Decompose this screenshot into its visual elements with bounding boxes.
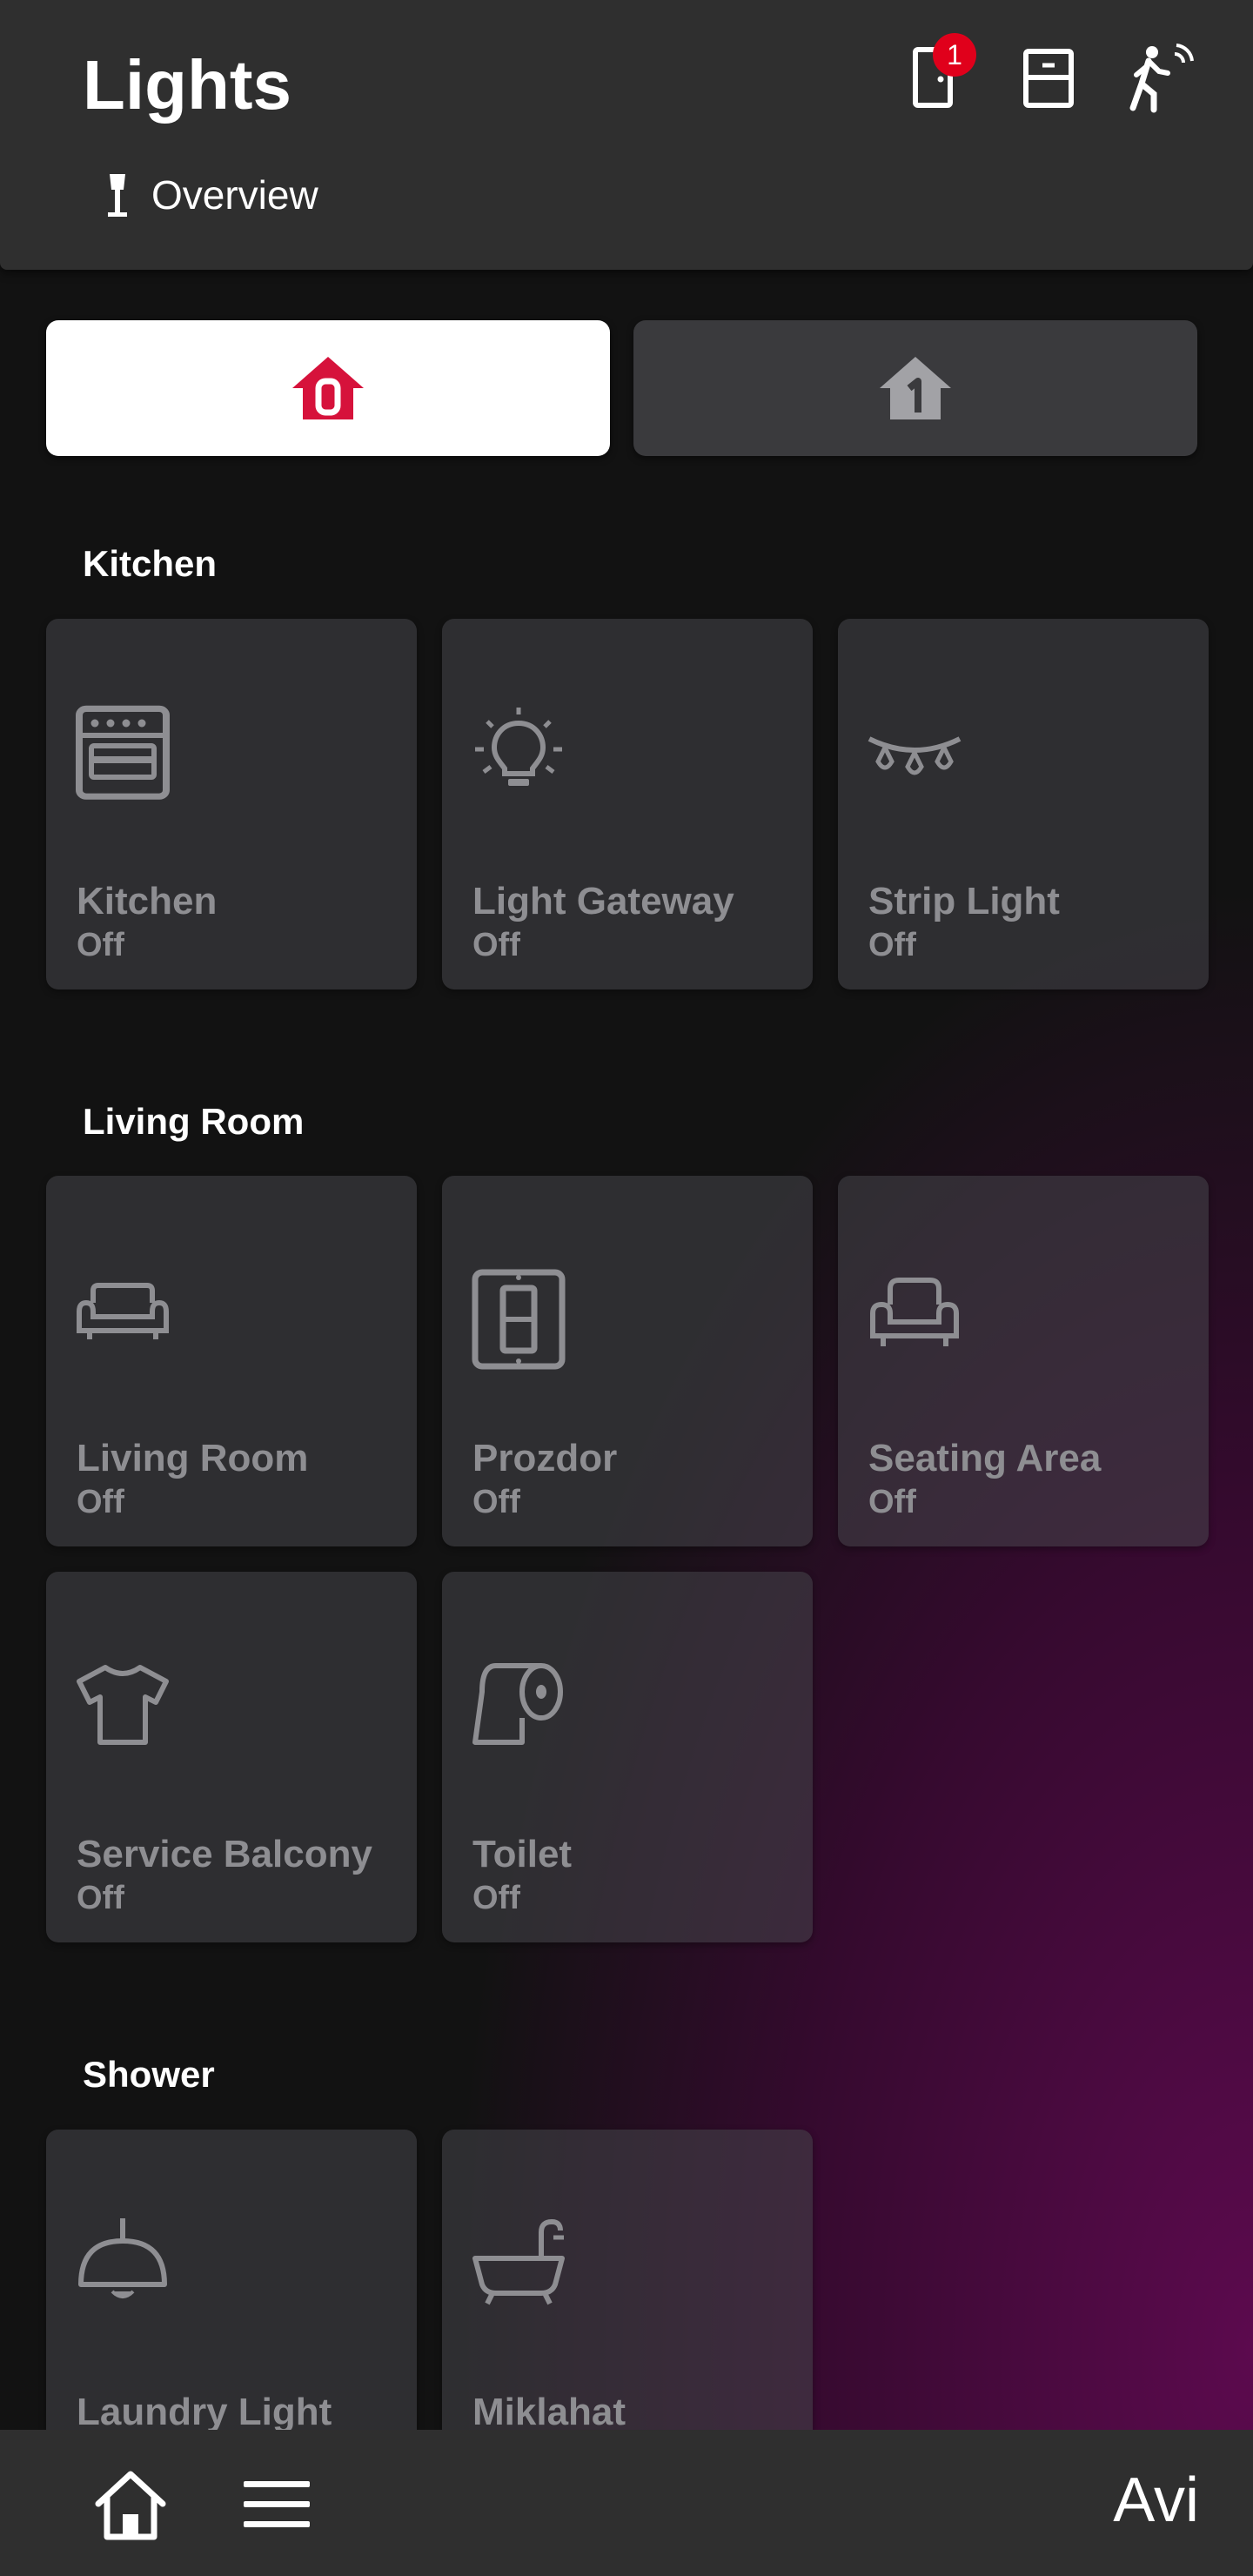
tile-light-gateway[interactable]: Light Gateway Off — [442, 619, 813, 989]
tile-toilet[interactable]: Toilet Off — [442, 1572, 813, 1942]
tile-state: Off — [472, 1880, 520, 1916]
sofa-icon — [77, 1283, 169, 1339]
tile-name: Kitchen — [77, 880, 218, 922]
breadcrumb[interactable]: Overview — [104, 171, 318, 219]
tile-name: Light Gateway — [472, 880, 734, 922]
tile-name: Prozdor — [472, 1437, 618, 1479]
floor-lamp-icon — [104, 171, 131, 219]
tshirt-icon — [77, 1665, 169, 1745]
page-title: Lights — [83, 46, 291, 124]
tile-service-balcony[interactable]: Service Balcony Off — [46, 1572, 417, 1942]
section-label-shower: Shower — [83, 2054, 215, 2095]
notification-badge: 1 — [933, 33, 976, 77]
floor-0-button[interactable] — [46, 320, 610, 456]
home-floor-0-icon — [292, 357, 364, 419]
motion-sensor-icon[interactable] — [1122, 38, 1201, 117]
stove-icon — [76, 705, 170, 800]
tile-kitchen[interactable]: Kitchen Off — [46, 619, 417, 989]
bottom-nav-bar: Avi — [0, 2430, 1253, 2576]
app-header: Lights 1 Overview — [0, 0, 1253, 270]
toilet-paper-icon — [472, 1663, 563, 1745]
tile-name: Toilet — [472, 1833, 573, 1875]
tile-strip-light[interactable]: Strip Light Off — [838, 619, 1209, 989]
tile-state: Off — [77, 927, 124, 963]
breadcrumb-label: Overview — [151, 172, 318, 218]
tile-state: Off — [868, 927, 916, 963]
home-floor-1-icon — [880, 357, 951, 419]
tile-state: Off — [472, 1484, 520, 1520]
tile-name: Service Balcony — [77, 1833, 372, 1875]
armchair-icon — [870, 1278, 959, 1346]
user-name[interactable]: Avi — [1113, 2465, 1199, 2536]
tile-seating-area[interactable]: Seating Area Off — [838, 1176, 1209, 1546]
floor-1-button[interactable] — [633, 320, 1197, 456]
bathtub-icon — [472, 2218, 565, 2305]
door-alert-icon[interactable]: 1 — [895, 33, 976, 117]
section-label-living-room: Living Room — [83, 1101, 305, 1142]
string-lights-icon — [868, 736, 962, 775]
tile-state: Off — [868, 1484, 916, 1520]
tile-state: Off — [77, 1880, 124, 1916]
tile-state: Off — [472, 927, 520, 963]
menu-icon[interactable] — [233, 2461, 320, 2548]
light-switch-icon — [472, 1269, 566, 1370]
tile-name: Seating Area — [868, 1437, 1102, 1479]
tile-state: Off — [77, 1484, 124, 1520]
ceiling-lamp-icon — [78, 2218, 167, 2298]
tile-name: Miklahat — [472, 2391, 626, 2433]
home-icon[interactable] — [87, 2461, 174, 2548]
lightbulb-icon — [475, 708, 562, 786]
tile-living-room[interactable]: Living Room Off — [46, 1176, 417, 1546]
tile-name: Laundry Light — [77, 2391, 332, 2433]
tile-name: Living Room — [77, 1437, 309, 1479]
tile-prozdor[interactable]: Prozdor Off — [442, 1176, 813, 1546]
tile-name: Strip Light — [868, 880, 1060, 922]
section-label-kitchen: Kitchen — [83, 543, 218, 584]
panel-icon[interactable] — [1009, 38, 1088, 117]
